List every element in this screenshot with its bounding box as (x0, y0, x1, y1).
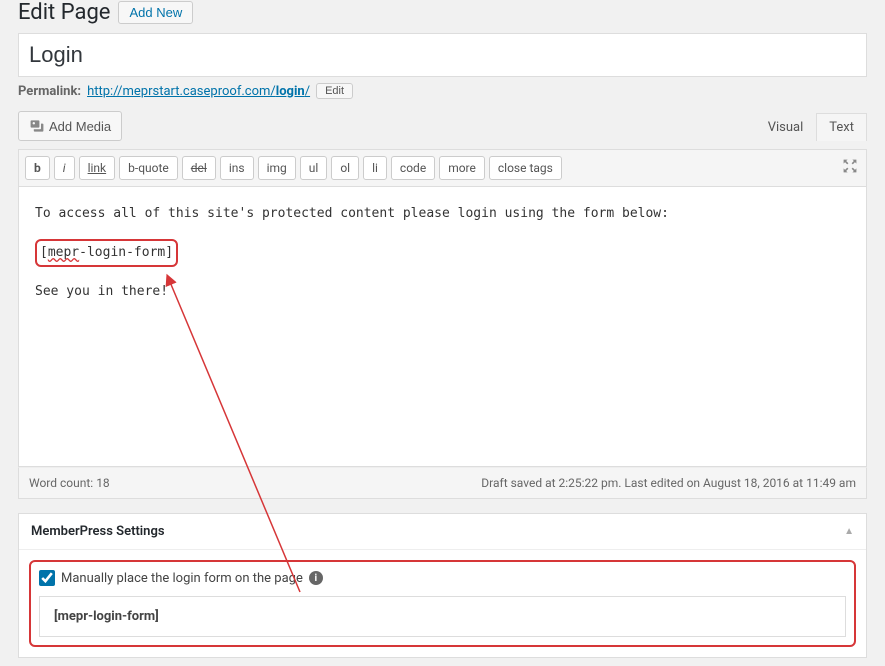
toolbar-del-button[interactable]: del (182, 156, 216, 180)
manual-placement-checkbox[interactable] (39, 570, 55, 586)
media-icon (29, 118, 45, 134)
toolbar-bold-button[interactable]: b (25, 156, 50, 180)
post-title-input[interactable] (18, 33, 867, 77)
info-icon[interactable]: i (309, 571, 323, 585)
toolbar-ins-button[interactable]: ins (220, 156, 254, 180)
toolbar-bquote-button[interactable]: b-quote (119, 156, 178, 180)
toolbar-link-button[interactable]: link (79, 156, 116, 180)
shortcode-display: [mepr-login-form] (39, 596, 846, 637)
toolbar-code-button[interactable]: code (391, 156, 435, 180)
permalink-link[interactable]: http://meprstart.caseproof.com/login/ (87, 84, 310, 99)
toolbar-close-tags-button[interactable]: close tags (489, 156, 562, 180)
fullscreen-icon[interactable] (842, 158, 858, 178)
permalink-label: Permalink: (18, 84, 81, 99)
toolbar-more-button[interactable]: more (439, 156, 485, 180)
shortcode-highlight: [mepr-login-form] (35, 239, 178, 267)
editor-toolbar: b i link b-quote del ins img ul ol li co… (18, 149, 867, 187)
toolbar-italic-button[interactable]: i (54, 156, 75, 180)
editor-textarea[interactable]: To access all of this site's protected c… (18, 187, 867, 467)
word-count: Word count: 18 (29, 476, 110, 490)
add-media-button[interactable]: Add Media (18, 111, 122, 141)
settings-highlight-box: Manually place the login form on the pag… (29, 560, 856, 647)
metabox-toggle-icon[interactable]: ▲ (844, 526, 854, 537)
edit-slug-button[interactable]: Edit (316, 83, 353, 99)
memberpress-metabox: MemberPress Settings ▲ Manually place th… (18, 513, 867, 658)
add-new-button[interactable]: Add New (118, 1, 193, 24)
toolbar-img-button[interactable]: img (258, 156, 296, 180)
tab-visual[interactable]: Visual (755, 113, 817, 141)
manual-placement-label[interactable]: Manually place the login form on the pag… (61, 571, 303, 586)
toolbar-ol-button[interactable]: ol (331, 156, 359, 180)
save-status: Draft saved at 2:25:22 pm. Last edited o… (481, 476, 856, 490)
page-title: Edit Page (18, 0, 110, 25)
metabox-title: MemberPress Settings (31, 524, 165, 539)
toolbar-li-button[interactable]: li (363, 156, 387, 180)
toolbar-ul-button[interactable]: ul (300, 156, 328, 180)
tab-text[interactable]: Text (816, 113, 867, 141)
